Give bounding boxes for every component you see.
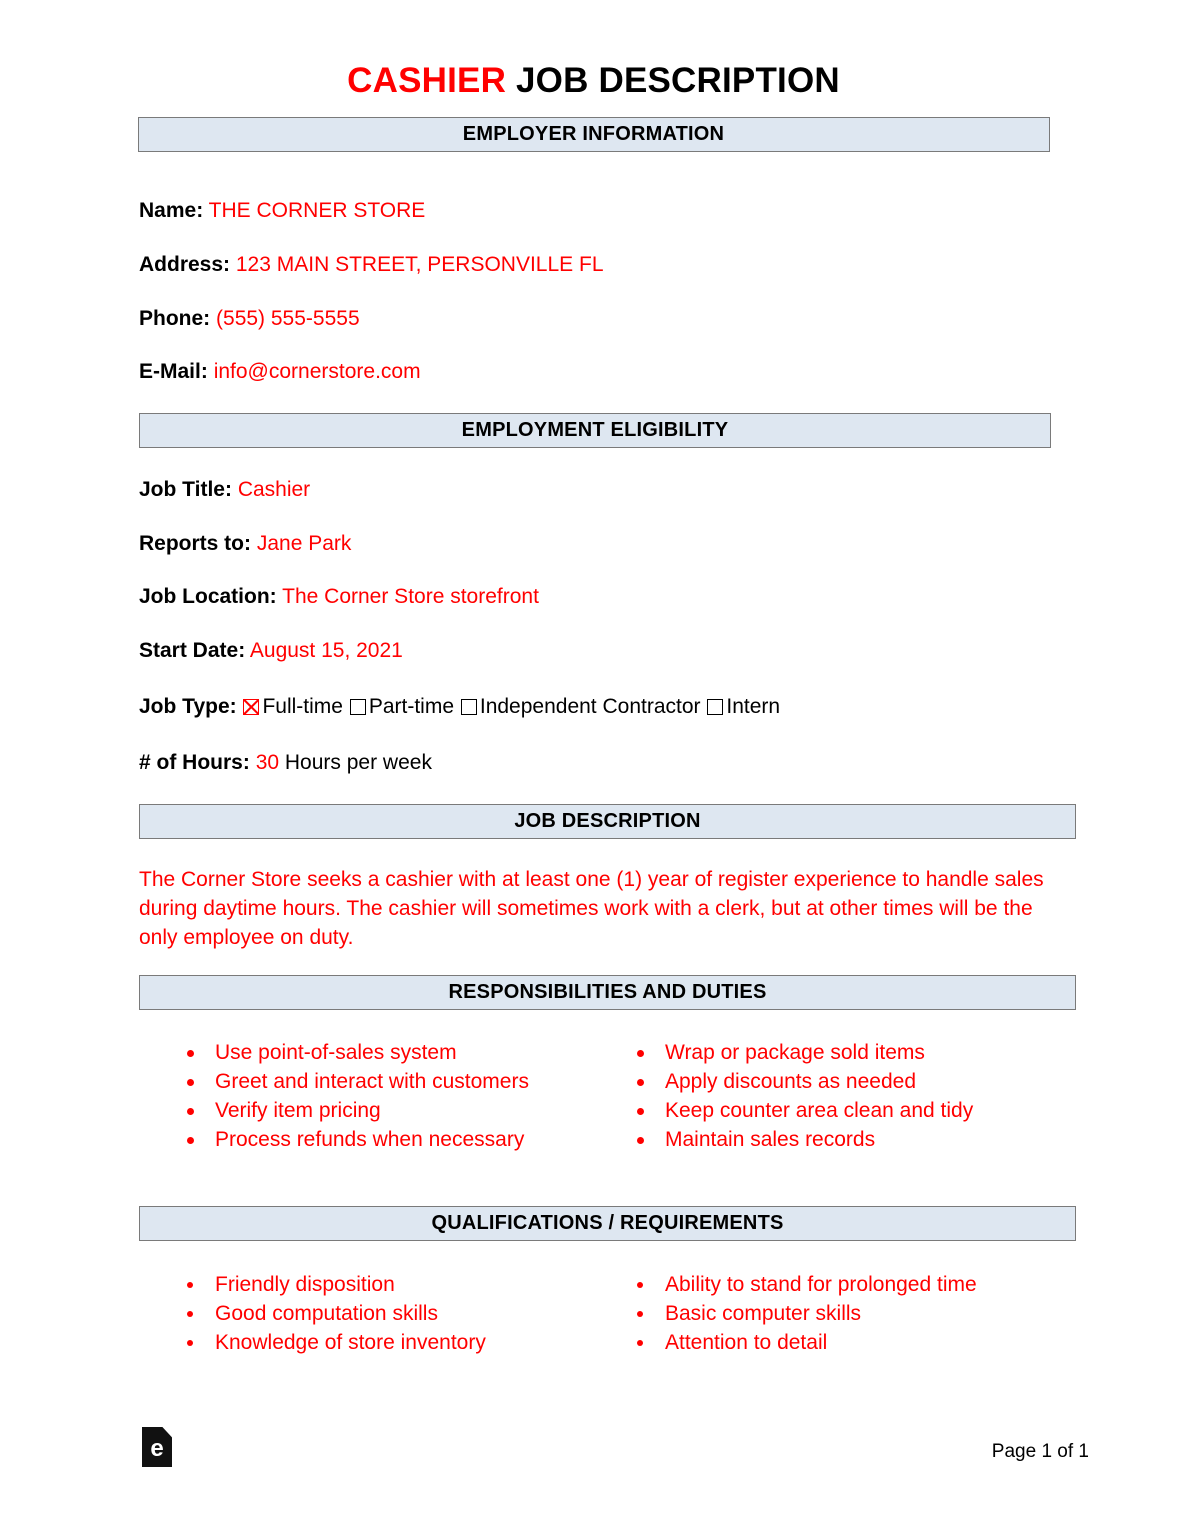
field-job-type: Job Type: Full-time Part-time Independen… — [139, 695, 781, 718]
bullet-icon — [637, 1311, 643, 1317]
section-header-job-description: JOB DESCRIPTION — [139, 804, 1076, 839]
section-header-label: JOB DESCRIPTION — [514, 810, 701, 832]
field-job-type-label: Job Type — [139, 695, 230, 718]
list-item: Good computation skills — [179, 1299, 629, 1328]
field-hours: # of Hours: 30 Hours per week — [139, 751, 432, 774]
field-start-date-label: Start Date — [139, 639, 239, 662]
bullet-icon — [637, 1340, 643, 1346]
bullet-icon — [187, 1050, 194, 1057]
page-number: Page 1 of 1 — [991, 1441, 1089, 1462]
list-item: Ability to stand for prolonged time — [629, 1270, 1079, 1299]
section-header-label: EMPLOYER INFORMATION — [462, 122, 725, 145]
bullet-icon — [637, 1137, 644, 1144]
responsibilities-column-right: Wrap or package sold items Apply discoun… — [629, 1038, 1079, 1154]
field-start-date-value: August 15, 2021 — [249, 639, 403, 662]
field-phone-label: Phone — [139, 307, 204, 330]
list-item: Process refunds when necessary — [179, 1125, 629, 1154]
page-title-plain: JOB DESCRIPTION — [515, 61, 840, 100]
list-item: Wrap or package sold items — [629, 1038, 1079, 1067]
checkbox-full-time-label: Full-time — [262, 695, 343, 718]
field-hours-value: 30 — [255, 751, 280, 774]
list-item: Use point-of-sales system — [179, 1038, 629, 1067]
section-header-qualifications: QUALIFICATIONS / REQUIREMENTS — [139, 1206, 1076, 1241]
list-item: Friendly disposition — [179, 1270, 629, 1299]
qualifications-column-left: Friendly disposition Good computation sk… — [179, 1270, 629, 1357]
bullet-icon — [187, 1311, 193, 1317]
bullet-icon — [637, 1282, 643, 1288]
responsibilities-column-left: Use point-of-sales system Greet and inte… — [179, 1038, 629, 1154]
checkbox-independent-contractor-label: Independent Contractor — [479, 695, 701, 718]
section-header-employment-eligibility: EMPLOYMENT ELIGIBILITY — [139, 413, 1051, 448]
field-email: E-Mail: info@cornerstore.com — [139, 360, 421, 383]
bullet-icon — [637, 1108, 644, 1115]
responsibilities-list: Use point-of-sales system Greet and inte… — [179, 1038, 1079, 1154]
list-item: Greet and interact with customers — [179, 1067, 629, 1096]
qualifications-list: Friendly disposition Good computation sk… — [179, 1270, 1079, 1357]
checkbox-part-time-label: Part-time — [368, 695, 455, 718]
bullet-icon — [637, 1079, 644, 1086]
field-reports-to: Reports to: Jane Park — [139, 532, 352, 555]
bullet-icon — [187, 1282, 193, 1288]
page-title: CASHIER JOB DESCRIPTION — [0, 0, 1187, 101]
list-item: Verify item pricing — [179, 1096, 629, 1125]
section-header-employer-information: EMPLOYER INFORMATION — [137, 116, 1050, 152]
field-job-location-label: Job Location — [139, 585, 270, 608]
field-email-value: info@cornerstore.com — [213, 360, 421, 383]
field-name: Name: THE CORNER STORE — [139, 199, 426, 222]
field-email-label: E-Mail — [139, 360, 201, 383]
qualifications-column-right: Ability to stand for prolonged time Basi… — [629, 1270, 1079, 1357]
field-address-label: Address — [139, 253, 224, 276]
field-hours-suffix: Hours per week — [284, 751, 432, 774]
field-job-location: Job Location: The Corner Store storefron… — [139, 585, 539, 608]
list-item: Apply discounts as needed — [629, 1067, 1079, 1096]
section-header-label: RESPONSIBILITIES AND DUTIES — [448, 981, 767, 1003]
list-item: Keep counter area clean and tidy — [629, 1096, 1079, 1125]
field-phone-value: (555) 555-5555 — [216, 307, 360, 330]
section-header-responsibilities: RESPONSIBILITIES AND DUTIES — [139, 975, 1076, 1010]
field-phone: Phone: (555) 555-5555 — [139, 307, 360, 330]
checkbox-independent-contractor[interactable] — [460, 699, 477, 715]
field-name-value: THE CORNER STORE — [208, 199, 426, 222]
field-reports-to-label: Reports to — [139, 532, 244, 555]
bullet-icon — [637, 1050, 644, 1057]
field-job-title-value: Cashier — [237, 478, 311, 501]
bullet-icon — [187, 1108, 194, 1115]
bullet-icon — [187, 1137, 194, 1144]
field-address: Address: 123 MAIN STREET, PERSONVILLE FL — [139, 253, 604, 276]
bullet-icon — [187, 1340, 193, 1346]
document-logo-icon: e — [142, 1427, 172, 1467]
checkbox-part-time[interactable] — [349, 699, 366, 715]
field-job-location-value: The Corner Store storefront — [282, 585, 539, 608]
logo-letter: e — [150, 1434, 164, 1462]
field-job-title: Job Title: Cashier — [139, 478, 311, 501]
job-description-paragraph: The Corner Store seeks a cashier with at… — [139, 868, 1044, 949]
field-address-value: 123 MAIN STREET, PERSONVILLE FL — [235, 253, 604, 276]
list-item: Basic computer skills — [629, 1299, 1079, 1328]
checkbox-intern[interactable] — [707, 699, 724, 715]
field-job-title-label: Job Title — [139, 478, 225, 501]
list-item: Maintain sales records — [629, 1125, 1079, 1154]
field-start-date: Start Date: August 15, 2021 — [139, 639, 403, 662]
field-reports-to-value: Jane Park — [256, 532, 352, 555]
section-header-label: EMPLOYMENT ELIGIBILITY — [461, 419, 729, 441]
checkbox-full-time[interactable] — [243, 699, 260, 715]
page-title-accent: CASHIER — [347, 61, 507, 100]
section-header-label: QUALIFICATIONS / REQUIREMENTS — [431, 1212, 784, 1234]
field-hours-label: # of Hours — [139, 751, 243, 774]
document-page: CASHIER JOB DESCRIPTION EMPLOYER INFORMA… — [0, 0, 1187, 1536]
field-name-label: Name — [139, 199, 197, 222]
list-item: Knowledge of store inventory — [179, 1328, 629, 1357]
list-item: Attention to detail — [629, 1328, 1079, 1357]
checkbox-intern-label: Intern — [726, 695, 781, 718]
bullet-icon — [187, 1079, 194, 1086]
